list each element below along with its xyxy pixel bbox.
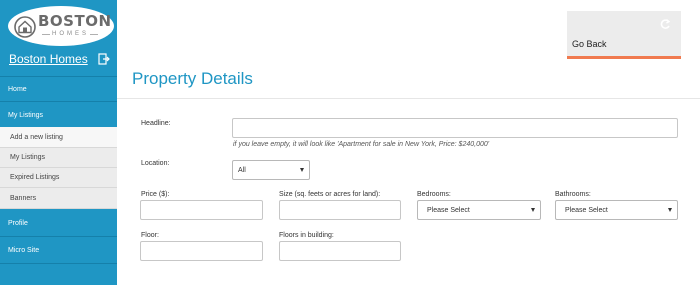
bathrooms-selected-value: Please Select [565, 206, 608, 214]
floors-in-building-input[interactable] [279, 241, 401, 261]
nav-divider [0, 236, 117, 237]
floor-label: Floor: [141, 232, 159, 239]
go-back-label: Go Back [572, 39, 607, 49]
sidebar-subitem-add-listing[interactable]: Add a new listing [0, 127, 117, 148]
nav-divider [0, 101, 117, 102]
title-divider [117, 98, 700, 99]
bedrooms-select[interactable]: Please Select [417, 200, 541, 220]
logo-subtext: HOMES [52, 31, 90, 37]
bedrooms-label: Bedrooms: [417, 191, 451, 198]
sidebar: BOSTON HOMES Boston Homes Home My Listin… [0, 0, 117, 285]
floors-in-building-label: Floors in building: [279, 232, 334, 239]
sidebar-item-profile[interactable]: Profile [0, 211, 117, 235]
location-selected-value: All [238, 166, 246, 174]
bathrooms-select[interactable]: Please Select [555, 200, 678, 220]
bedrooms-selected-value: Please Select [427, 206, 470, 214]
nav-divider [0, 76, 117, 77]
headline-hint: if you leave empty, it will look like 'A… [233, 141, 490, 148]
logout-icon[interactable] [98, 53, 110, 65]
sidebar-subitem-banners[interactable]: Banners [0, 188, 117, 209]
headline-label: Headline: [141, 120, 171, 127]
dropdown-caret-icon [531, 208, 535, 212]
sidebar-subitem-my-listings[interactable]: My Listings [0, 148, 117, 168]
price-input[interactable] [140, 200, 263, 220]
size-input[interactable] [279, 200, 401, 220]
refresh-icon [660, 18, 671, 29]
price-label: Price ($): [141, 191, 170, 198]
logo-divider [42, 34, 50, 35]
dropdown-caret-icon [300, 168, 304, 172]
floor-input[interactable] [140, 241, 263, 261]
bathrooms-label: Bathrooms: [555, 191, 591, 198]
nav-divider [0, 263, 117, 264]
house-icon [14, 16, 36, 38]
location-select[interactable]: All [232, 160, 310, 180]
sidebar-item-home[interactable]: Home [0, 78, 117, 100]
logo-text: BOSTON [38, 12, 112, 30]
go-back-button[interactable]: Go Back [567, 11, 681, 59]
location-label: Location: [141, 160, 170, 167]
sidebar-item-micro-site[interactable]: Micro Site [0, 238, 117, 262]
sidebar-subitem-expired-listings[interactable]: Expired Listings [0, 168, 117, 188]
size-label: Size (sq. feets or acres for land): [279, 191, 381, 198]
brand-logo[interactable]: BOSTON HOMES [8, 6, 114, 46]
headline-input[interactable] [232, 118, 678, 138]
sidebar-item-my-listings[interactable]: My Listings [0, 104, 117, 126]
logo-divider [90, 34, 98, 35]
page-title: Property Details [132, 69, 253, 88]
dropdown-caret-icon [668, 208, 672, 212]
site-title-link[interactable]: Boston Homes [9, 52, 88, 66]
